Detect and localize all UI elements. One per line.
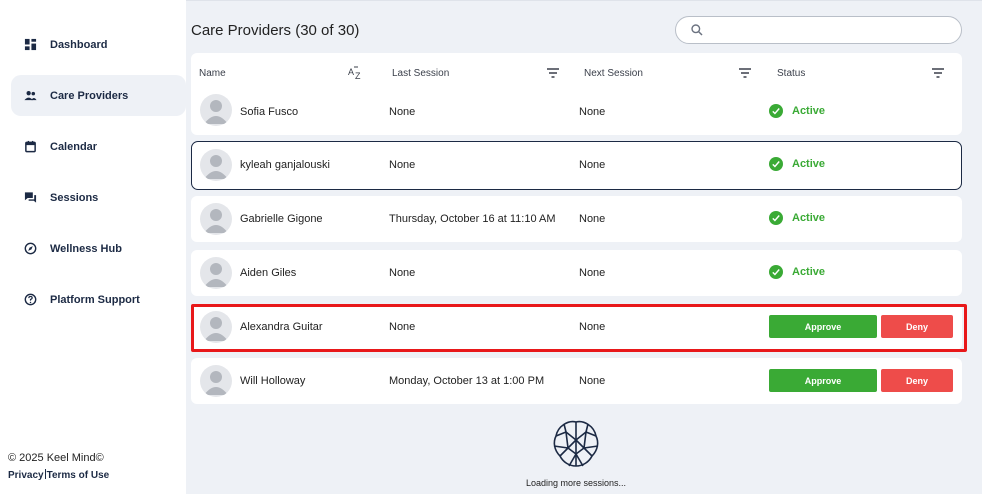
avatar [200, 311, 232, 343]
search-input[interactable] [712, 21, 952, 39]
main-content: Care Providers (30 of 30) Name AZ Last S… [186, 0, 982, 494]
svg-text:A: A [348, 67, 354, 77]
last-session: Thursday, October 16 at 11:10 AM [389, 213, 556, 225]
next-session: None [579, 106, 606, 118]
avatar [200, 257, 232, 289]
avatar [200, 365, 232, 397]
sidebar-item-platform-support[interactable]: Platform Support [11, 279, 186, 320]
status-text: Active [792, 212, 826, 224]
sidebar-item-wellness-hub[interactable]: Wellness Hub [11, 228, 186, 269]
provider-name: Aiden Giles [240, 267, 297, 279]
page-title: Care Providers (30 of 30) [191, 22, 360, 39]
filter-icon[interactable] [546, 66, 560, 80]
check-circle-icon [769, 211, 783, 225]
table-row[interactable]: Will Holloway Monday, October 13 at 1:00… [191, 358, 962, 404]
provider-name: Sofia Fusco [240, 106, 299, 118]
last-session: None [389, 106, 416, 118]
sidebar-item-care-providers[interactable]: Care Providers [11, 75, 186, 116]
sidebar-item-label: Care Providers [50, 89, 129, 102]
status-badge: Active [769, 104, 825, 118]
avatar [200, 149, 232, 181]
avatar [200, 203, 232, 235]
status-badge: Active [769, 211, 825, 225]
last-session: None [389, 159, 416, 171]
table-row[interactable]: Gabrielle Gigone Thursday, October 16 at… [191, 196, 962, 242]
table-row[interactable]: Sofia Fusco None None Active [191, 90, 962, 135]
status-text: Active [792, 105, 826, 117]
filter-icon[interactable] [931, 66, 945, 80]
provider-name: Gabrielle Gigone [240, 213, 323, 225]
footer-links: Privacy Terms of Use [8, 469, 109, 481]
next-session: None [579, 375, 606, 387]
column-header-next-session: Next Session [584, 68, 643, 79]
compass-icon [23, 242, 37, 256]
sidebar-item-sessions[interactable]: Sessions [11, 177, 186, 218]
column-header-status: Status [777, 68, 806, 79]
privacy-link[interactable]: Privacy [8, 470, 44, 481]
chat-icon [23, 191, 37, 205]
next-session: None [579, 213, 606, 225]
top-divider [186, 0, 982, 1]
provider-name: kyleah ganjalouski [240, 159, 330, 171]
status-text: Active [792, 266, 826, 278]
calendar-icon [23, 140, 37, 154]
table-header: Name AZ Last Session Next Session Status [191, 53, 962, 93]
column-header-name: Name [199, 68, 226, 79]
footer-divider [44, 469, 46, 479]
help-icon [23, 293, 37, 307]
terms-link[interactable]: Terms of Use [47, 470, 110, 481]
last-session: None [389, 267, 416, 279]
next-session: None [579, 267, 606, 279]
table-row[interactable]: kyleah ganjalouski None None Active [191, 141, 962, 190]
sidebar-item-label: Calendar [50, 140, 98, 153]
last-session: Monday, October 13 at 1:00 PM [389, 375, 545, 387]
status-badge: Active [769, 265, 825, 279]
provider-name: Alexandra Guitar [240, 321, 323, 333]
next-session: None [579, 159, 606, 171]
sidebar-item-label: Dashboard [50, 38, 108, 51]
next-session: None [579, 321, 606, 333]
loading-text: Loading more sessions... [525, 478, 627, 488]
sidebar-item-label: Sessions [50, 191, 99, 204]
check-circle-icon [769, 104, 783, 118]
filter-icon[interactable] [738, 66, 752, 80]
search-box[interactable] [675, 16, 962, 44]
sidebar-item-label: Wellness Hub [50, 242, 122, 255]
last-session: None [389, 321, 416, 333]
brain-logo-icon [550, 418, 602, 470]
check-circle-icon [769, 265, 783, 279]
deny-button[interactable]: Deny [881, 315, 953, 338]
avatar [200, 94, 232, 126]
copyright-text: © 2025 Keel Mind© [8, 452, 104, 464]
sidebar: Dashboard Care Providers Calendar Sessio… [0, 0, 186, 494]
column-header-last-session: Last Session [392, 68, 450, 79]
sidebar-item-dashboard[interactable]: Dashboard [11, 24, 186, 65]
status-badge: Active [769, 157, 825, 171]
provider-name: Will Holloway [240, 375, 306, 387]
deny-button[interactable]: Deny [881, 369, 953, 392]
status-text: Active [792, 158, 826, 170]
approve-button[interactable]: Approve [769, 315, 877, 338]
table-row[interactable]: Alexandra Guitar None None Approve Deny [191, 304, 962, 350]
people-icon [23, 89, 37, 103]
search-icon [690, 23, 704, 37]
table-row[interactable]: Aiden Giles None None Active [191, 250, 962, 296]
check-circle-icon [769, 157, 783, 171]
sidebar-item-calendar[interactable]: Calendar [11, 126, 186, 167]
sidebar-item-label: Platform Support [50, 293, 140, 306]
dashboard-icon [23, 38, 37, 52]
sort-az-icon[interactable]: AZ [348, 66, 362, 81]
svg-text:Z: Z [355, 71, 361, 80]
approve-button[interactable]: Approve [769, 369, 877, 392]
